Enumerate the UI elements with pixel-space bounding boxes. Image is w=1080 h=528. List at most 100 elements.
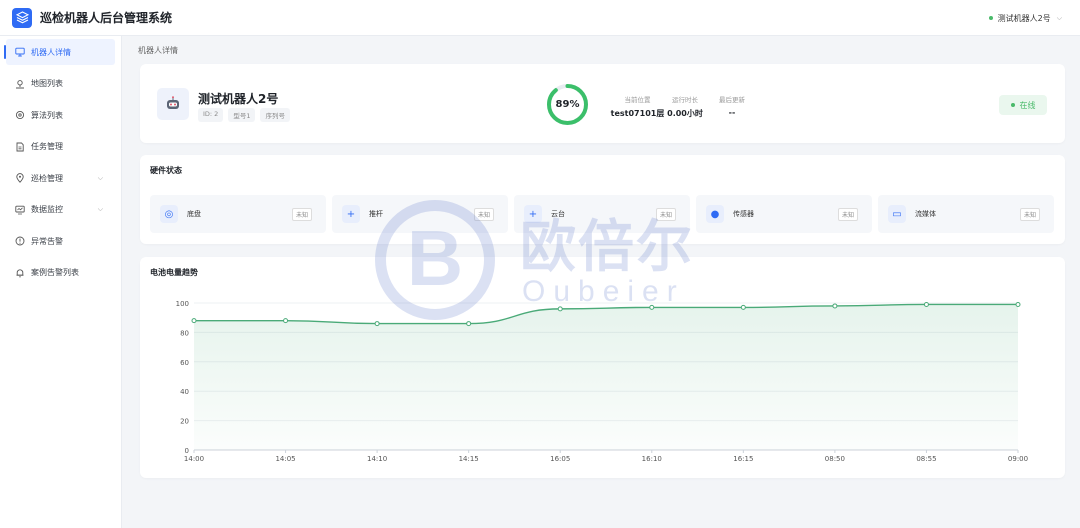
status-badge: 在线 <box>999 95 1047 115</box>
robot-name: 测试机器人2号 <box>198 92 279 106</box>
sidebar-item-label: 任务管理 <box>31 142 63 151</box>
data-point <box>832 303 838 309</box>
hardware-item-gimbal: + 云台 未知 <box>514 195 690 233</box>
chassis-icon: ◎ <box>160 205 178 223</box>
data-point <box>740 304 746 310</box>
y-tick-label: 40 <box>180 388 189 396</box>
sidebar-item-task-management[interactable]: 任务管理 <box>6 134 115 160</box>
hardware-status-tag: 未知 <box>655 207 676 221</box>
data-point <box>283 318 289 324</box>
hardware-status-tag: 未知 <box>837 207 858 221</box>
robot-info-card: 测试机器人2号 ID: 2 型号1 序列号 89% 当前位置 test07101… <box>140 64 1065 143</box>
hardware-item-streaming: ▭ 流媒体 未知 <box>878 195 1054 233</box>
sensor-icon: ● <box>706 205 724 223</box>
battery-trend-chart: 0 20 40 60 80 100 14:00 14:05 14:10 14:15 16:05 16:… <box>176 300 1028 463</box>
dashboard-icon <box>15 205 25 215</box>
stat-last-update: 最后更新 -- <box>710 94 754 117</box>
sidebar-item-label: 地图列表 <box>31 79 63 88</box>
stat-last-update-label: 最后更新 <box>719 96 745 104</box>
hardware-item-pushrod: + 推杆 未知 <box>332 195 508 233</box>
plus-icon: + <box>524 205 542 223</box>
stat-last-update-value: -- <box>728 108 736 117</box>
chevron-down-icon: ⌵ <box>97 205 103 213</box>
y-tick-label: 0 <box>185 447 189 455</box>
alert-icon <box>15 236 25 246</box>
data-point <box>649 304 655 310</box>
data-point <box>923 301 929 307</box>
x-tick-label: 14:15 <box>459 455 479 463</box>
x-tick-label: 16:15 <box>733 455 753 463</box>
y-tick-label: 60 <box>180 359 189 367</box>
hardware-item-name: 底盘 <box>187 210 201 218</box>
settings-icon <box>15 110 25 120</box>
sidebar-item-case-alert-list[interactable]: 案例告警列表 <box>6 260 115 286</box>
video-icon: ▭ <box>888 205 906 223</box>
sidebar-item-data-monitor[interactable]: 数据监控 ⌵ <box>6 197 115 223</box>
hardware-item-name: 传感器 <box>733 210 754 218</box>
x-tick-label: 16:05 <box>550 455 570 463</box>
online-dot-icon <box>988 16 993 20</box>
hardware-status-tag: 未知 <box>1019 207 1040 221</box>
chevron-down-icon: ⌵ <box>1056 13 1062 22</box>
x-tick-label: 14:05 <box>275 455 295 463</box>
hardware-item-name: 推杆 <box>369 210 383 218</box>
sidebar-item-map-list[interactable]: 地图列表 <box>6 71 115 97</box>
hardware-item-chassis: ◎ 底盘 未知 <box>150 195 326 233</box>
sidebar-item-label: 机器人详情 <box>31 47 71 57</box>
online-dot-icon <box>1010 103 1015 107</box>
hardware-item-name: 流媒体 <box>915 210 936 218</box>
sidebar-item-label: 案例告警列表 <box>31 268 79 277</box>
sidebar-item-label: 算法列表 <box>31 110 63 120</box>
sidebar-item-inspection-management[interactable]: 巡检管理 ⌵ <box>6 165 115 191</box>
hardware-item-sensor: ● 传感器 未知 <box>696 195 872 233</box>
battery-trend-card: 电池电量趋势 0 20 40 60 80 100 14:00 14:05 14:10 14:15 1… <box>140 257 1065 478</box>
x-tick-label: 08:55 <box>916 455 936 463</box>
sidebar-item-label: 数据监控 <box>31 205 63 214</box>
sidebar: 机器人详情 地图列表 算法列表 任务管理 巡检管理 ⌵ 数据监控 ⌵ 异常告警 … <box>0 36 122 528</box>
data-point <box>557 306 563 312</box>
robot-tags: ID: 2 型号1 序列号 <box>198 108 290 122</box>
y-tick-label: 20 <box>180 418 189 426</box>
app-logo-icon <box>12 7 32 28</box>
chevron-down-icon: ⌵ <box>97 173 103 182</box>
bell-icon <box>15 268 25 278</box>
x-tick-label: 16:10 <box>642 455 662 463</box>
plus-icon: + <box>342 205 360 223</box>
robot-id-tag: ID: 2 <box>198 108 224 122</box>
y-tick-label: 80 <box>180 329 189 337</box>
data-point <box>1015 301 1021 307</box>
breadcrumb: 机器人详情 <box>138 46 178 55</box>
top-bar: 巡检机器人后台管理系统 测试机器人2号 ⌵ <box>0 0 1080 36</box>
location-icon <box>15 173 25 183</box>
hardware-status-title: 硬件状态 <box>150 166 182 175</box>
x-tick-label: 14:00 <box>184 455 204 463</box>
document-icon <box>15 142 25 152</box>
map-icon <box>15 79 25 89</box>
monitor-icon <box>15 47 25 57</box>
hardware-status-card: 硬件状态 ◎ 底盘 未知 + 推杆 未知 + 云台 未知 ● 传感器 未知 ▭ … <box>140 155 1065 244</box>
robot-model-tag: 型号1 <box>228 108 256 122</box>
sidebar-item-label: 巡检管理 <box>31 173 63 183</box>
x-tick-label: 08:50 <box>825 455 845 463</box>
data-point <box>466 321 472 327</box>
robot-avatar-icon <box>157 88 189 120</box>
app-title: 巡检机器人后台管理系统 <box>40 11 173 25</box>
hardware-status-tag: 未知 <box>473 207 494 221</box>
robot-selector[interactable]: 测试机器人2号 ⌵ <box>983 8 1068 28</box>
x-tick-label: 14:10 <box>367 455 387 463</box>
series-area <box>194 304 1018 450</box>
robot-selector-label: 测试机器人2号 <box>997 13 1051 23</box>
status-badge-label: 在线 <box>1019 100 1036 110</box>
hardware-item-name: 云台 <box>551 210 565 218</box>
y-tick-label: 100 <box>176 300 189 308</box>
data-point <box>374 321 380 327</box>
sidebar-item-algorithm-list[interactable]: 算法列表 <box>6 102 115 128</box>
x-tick-label: 09:00 <box>1008 455 1028 463</box>
sidebar-item-robot-detail[interactable]: 机器人详情 <box>4 39 115 65</box>
data-point <box>191 318 197 324</box>
hardware-status-tag: 未知 <box>291 207 312 221</box>
robot-serial-tag: 序列号 <box>260 108 290 122</box>
battery-percent: 89% <box>555 99 580 110</box>
sidebar-item-label: 异常告警 <box>31 236 63 246</box>
sidebar-item-exception-alert[interactable]: 异常告警 <box>6 228 115 254</box>
